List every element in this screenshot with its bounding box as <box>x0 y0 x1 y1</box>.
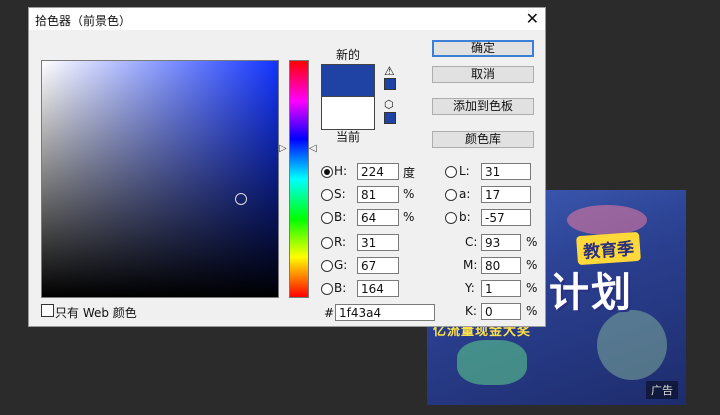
yellow-input[interactable]: 1 <box>481 280 521 297</box>
hue-label: H: <box>334 164 348 178</box>
current-color-label: 当前 <box>336 130 361 144</box>
magenta-input[interactable]: 80 <box>481 257 521 274</box>
black-label: K: <box>465 304 477 318</box>
cyan-input[interactable]: 93 <box>481 234 521 251</box>
lightness-input[interactable]: 31 <box>481 163 531 180</box>
saturation-unit: % <box>403 187 415 201</box>
saturation-input[interactable]: 81 <box>357 186 399 203</box>
color-field[interactable] <box>41 60 279 298</box>
cyan-label: C: <box>465 235 478 249</box>
black-input[interactable]: 0 <box>481 303 521 320</box>
lab-b-radio[interactable] <box>445 212 457 224</box>
lightness-label: L: <box>459 164 470 178</box>
red-input[interactable]: 31 <box>357 234 399 251</box>
green-input[interactable]: 67 <box>357 257 399 274</box>
hex-input[interactable]: 1f43a4 <box>335 304 435 321</box>
out-of-gamut-warning-icon[interactable]: ⚠ <box>384 64 395 78</box>
web-colors-only-checkbox[interactable] <box>41 304 54 317</box>
hex-label: # <box>324 306 335 320</box>
ad-decoration <box>457 340 527 385</box>
lab-b-label: b: <box>459 210 471 224</box>
ok-button[interactable]: 确定 <box>432 40 534 57</box>
color-libraries-button[interactable]: 颜色库 <box>432 131 534 148</box>
green-label: G: <box>334 258 348 272</box>
black-unit: % <box>526 304 538 318</box>
yellow-unit: % <box>526 281 538 295</box>
brightness-unit: % <box>403 210 415 224</box>
dialog-title: 拾色器（前景色） <box>35 14 132 28</box>
color-picker-circle[interactable] <box>235 193 247 205</box>
ad-headline: 计划 <box>549 270 633 316</box>
ad-decoration <box>567 205 647 235</box>
green-radio[interactable] <box>321 260 333 272</box>
web-safe-cube-icon[interactable]: ⬡ <box>384 98 394 111</box>
hue-unit: 度 <box>403 166 416 180</box>
web-colors-only-label: 只有 Web 颜色 <box>55 306 137 320</box>
hue-slider-right-arrow-icon[interactable]: ◁ <box>309 143 317 154</box>
saturation-radio[interactable] <box>321 189 333 201</box>
lab-a-input[interactable]: 17 <box>481 186 531 203</box>
red-radio[interactable] <box>321 237 333 249</box>
cyan-unit: % <box>526 235 538 249</box>
color-picker-dialog: 拾色器（前景色） ✕ ▷ ◁ 新的 当前 ⚠ ⬡ 确定 取消 添加到色板 颜色库… <box>28 7 546 327</box>
gamut-color-swatch[interactable] <box>384 78 396 90</box>
new-color-swatch <box>321 64 375 98</box>
ad-decoration <box>597 310 667 380</box>
brightness-input[interactable]: 64 <box>357 209 399 226</box>
title-bar[interactable]: 拾色器（前景色） ✕ <box>29 8 545 30</box>
hue-input[interactable]: 224 <box>357 163 399 180</box>
add-to-swatches-button[interactable]: 添加到色板 <box>432 98 534 115</box>
close-icon[interactable]: ✕ <box>526 9 539 28</box>
brightness-radio[interactable] <box>321 212 333 224</box>
blue-radio[interactable] <box>321 283 333 295</box>
saturation-label: S: <box>334 187 346 201</box>
web-safe-color-swatch[interactable] <box>384 112 396 124</box>
ad-tag: 广告 <box>646 381 678 399</box>
new-color-label: 新的 <box>336 48 361 62</box>
blue-label: B: <box>334 281 347 295</box>
lab-b-input[interactable]: -57 <box>481 209 531 226</box>
blue-input[interactable]: 164 <box>357 280 399 297</box>
magenta-label: M: <box>463 258 478 272</box>
lab-a-radio[interactable] <box>445 189 457 201</box>
current-color-swatch[interactable] <box>321 96 375 130</box>
lightness-radio[interactable] <box>445 166 457 178</box>
yellow-label: Y: <box>465 281 475 295</box>
red-label: R: <box>334 235 347 249</box>
lab-a-label: a: <box>459 187 471 201</box>
hue-slider-left-arrow-icon[interactable]: ▷ <box>279 143 287 154</box>
hue-radio[interactable] <box>321 166 333 178</box>
hue-slider[interactable] <box>289 60 309 298</box>
cancel-button[interactable]: 取消 <box>432 66 534 83</box>
magenta-unit: % <box>526 258 538 272</box>
brightness-label: B: <box>334 210 347 224</box>
